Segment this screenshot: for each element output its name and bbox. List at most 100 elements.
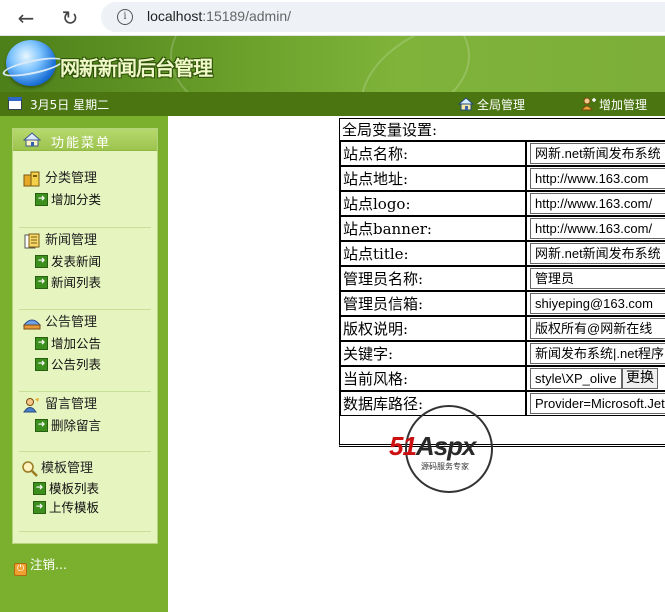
category-icon	[23, 171, 40, 187]
arrow-left-icon[interactable]: ←	[12, 4, 40, 32]
message-icon	[23, 398, 39, 413]
settings-value-cell: style\XP_olive 更换	[526, 366, 665, 391]
top-bar: 3月5日 星期二 全局管理 增加管理	[0, 92, 665, 116]
settings-row-site-url: 站点地址: http://www.163.com	[340, 166, 665, 191]
settings-value-cell: Provider=Microsoft.Jet	[526, 391, 665, 416]
settings-label: 管理员名称:	[340, 266, 526, 291]
menu-item-notice-list[interactable]: ➜ 公告列表	[21, 354, 151, 375]
menu-item-label: 增加公告	[51, 336, 102, 351]
calendar-icon	[8, 97, 22, 110]
site-banner: 网新新闻后台管理	[0, 36, 665, 92]
reload-icon[interactable]: ↻	[56, 4, 84, 32]
menu-item-news-list[interactable]: ➜ 新闻列表	[21, 272, 151, 293]
info-icon[interactable]: i	[117, 9, 133, 25]
banner-decoration	[360, 36, 665, 92]
keywords-input[interactable]: 新闻发布系统|.net程序	[530, 343, 665, 364]
url-path: :15189/admin/	[202, 8, 291, 24]
nav-global-settings-label: 全局管理	[477, 98, 526, 112]
site-url-input[interactable]: http://www.163.com	[530, 168, 665, 189]
site-logo-input[interactable]: http://www.163.com/	[530, 193, 665, 214]
function-menu-header: 功能菜单	[13, 129, 157, 151]
menu-group-notice: 公告管理 ➜ 增加公告 ➜ 公告列表	[21, 313, 151, 375]
arrow-right-icon: ➜	[35, 193, 48, 206]
current-style-input[interactable]: style\XP_olive	[530, 368, 622, 389]
menu-group-news: 新闻管理 ➜ 发表新闻 ➜ 新闻列表	[21, 231, 151, 293]
site-logo-text: 网新新闻后台管理	[60, 56, 213, 80]
url-host: localhost	[147, 8, 203, 24]
current-date: 3月5日 星期二	[30, 98, 110, 112]
settings-label: 站点title:	[340, 241, 526, 266]
menu-group-label: 模板管理	[41, 461, 94, 476]
arrow-right-icon: ➜	[35, 276, 48, 289]
menu-group-title[interactable]: 分类管理	[21, 169, 151, 189]
settings-value-cell: 网新.net新闻发布系统	[526, 241, 665, 266]
watermark-tagline: 源码服务专家	[421, 462, 469, 471]
watermark-logo: 51Aspx 源码服务专家	[389, 405, 509, 495]
arrow-right-icon: ➜	[35, 419, 48, 432]
function-menu-title: 功能菜单	[51, 136, 112, 151]
sidebar: 功能菜单 分类管理 ➜增加分类 新闻管理 ➜发表新闻 ➜新闻列表 公告管理	[0, 116, 168, 612]
menu-item-label: 发表新闻	[51, 254, 102, 269]
settings-row-copyright: 版权说明: 版权所有@网新在线	[340, 316, 665, 341]
divider	[19, 227, 151, 228]
menu-group-message: 留言管理 ➜ 删除留言	[21, 395, 151, 436]
logout-label: 注销...	[30, 557, 67, 572]
menu-item-template-list[interactable]: ➜ 模板列表	[21, 479, 151, 498]
settings-label: 关键字:	[340, 341, 526, 366]
menu-item-publish-news[interactable]: ➜ 发表新闻	[21, 251, 151, 272]
menu-group-title[interactable]: 模板管理	[21, 459, 151, 479]
divider	[19, 531, 151, 532]
arrow-right-icon: ➜	[35, 255, 48, 268]
menu-item-upload-template[interactable]: ➜ 上传模板	[21, 498, 151, 517]
menu-item-label: 增加分类	[51, 192, 102, 207]
menu-item-label: 公告列表	[51, 357, 102, 372]
global-settings-table: 全局变量设置: 站点名称: 网新.net新闻发布系统 站点地址: http://…	[339, 118, 665, 447]
nav-add-admin-label: 增加管理	[599, 98, 648, 112]
menu-group-title[interactable]: 公告管理	[21, 313, 151, 333]
nav-add-admin[interactable]: 增加管理	[580, 96, 647, 113]
menu-item-delete-message[interactable]: ➜ 删除留言	[21, 415, 151, 436]
settings-row-site-banner: 站点banner: http://www.163.com/	[340, 216, 665, 241]
db-path-input[interactable]: Provider=Microsoft.Jet	[530, 393, 665, 414]
menu-group-label: 分类管理	[45, 171, 98, 186]
notice-icon	[23, 319, 41, 330]
settings-label: 站点名称:	[340, 141, 526, 166]
divider	[19, 391, 151, 392]
copyright-input[interactable]: 版权所有@网新在线	[530, 318, 665, 339]
browser-toolbar: ← ↻ i localhost:15189/admin/	[0, 0, 665, 36]
admin-email-input[interactable]: shiyeping@163.com	[530, 293, 665, 314]
menu-item-add-category[interactable]: ➜ 增加分类	[21, 189, 151, 210]
template-icon	[22, 461, 38, 477]
watermark-brand: 51Aspx	[389, 431, 476, 462]
settings-row-current-style: 当前风格: style\XP_olive 更换	[340, 366, 665, 391]
arrow-right-icon: ➜	[33, 501, 46, 514]
site-banner-input[interactable]: http://www.163.com/	[530, 218, 665, 239]
settings-label: 站点地址:	[340, 166, 526, 191]
settings-heading-row: 全局变量设置:	[340, 119, 665, 141]
menu-item-label: 模板列表	[49, 481, 100, 496]
menu-group-title[interactable]: 留言管理	[21, 395, 151, 415]
nav-global-settings[interactable]: 全局管理	[458, 96, 525, 113]
site-name-input[interactable]: 网新.net新闻发布系统	[530, 143, 665, 164]
url-text: localhost:15189/admin/	[147, 8, 291, 24]
arrow-right-icon: ➜	[33, 482, 46, 495]
settings-label: 站点banner:	[340, 216, 526, 241]
menu-group-label: 公告管理	[45, 315, 98, 330]
menu-item-add-notice[interactable]: ➜ 增加公告	[21, 333, 151, 354]
settings-value-cell: http://www.163.com/	[526, 216, 665, 241]
settings-row-site-title: 站点title: 网新.net新闻发布系统	[340, 241, 665, 266]
menu-group-title[interactable]: 新闻管理	[21, 231, 151, 251]
settings-label: 管理员信箱:	[340, 291, 526, 316]
admin-name-input[interactable]: 管理员	[530, 268, 665, 289]
news-icon	[24, 233, 40, 249]
menu-group-label: 新闻管理	[45, 233, 98, 248]
site-title-input[interactable]: 网新.net新闻发布系统	[530, 243, 665, 264]
menu-item-label: 上传模板	[49, 500, 100, 515]
settings-value-cell: 版权所有@网新在线	[526, 316, 665, 341]
menu-item-label: 新闻列表	[51, 275, 102, 290]
address-bar[interactable]: i localhost:15189/admin/	[101, 2, 665, 32]
arrow-right-icon: ➜	[35, 358, 48, 371]
settings-row-site-name: 站点名称: 网新.net新闻发布系统	[340, 141, 665, 166]
logout-link[interactable]: ⏻ 注销...	[14, 554, 67, 576]
change-style-button[interactable]: 更换	[622, 368, 658, 389]
